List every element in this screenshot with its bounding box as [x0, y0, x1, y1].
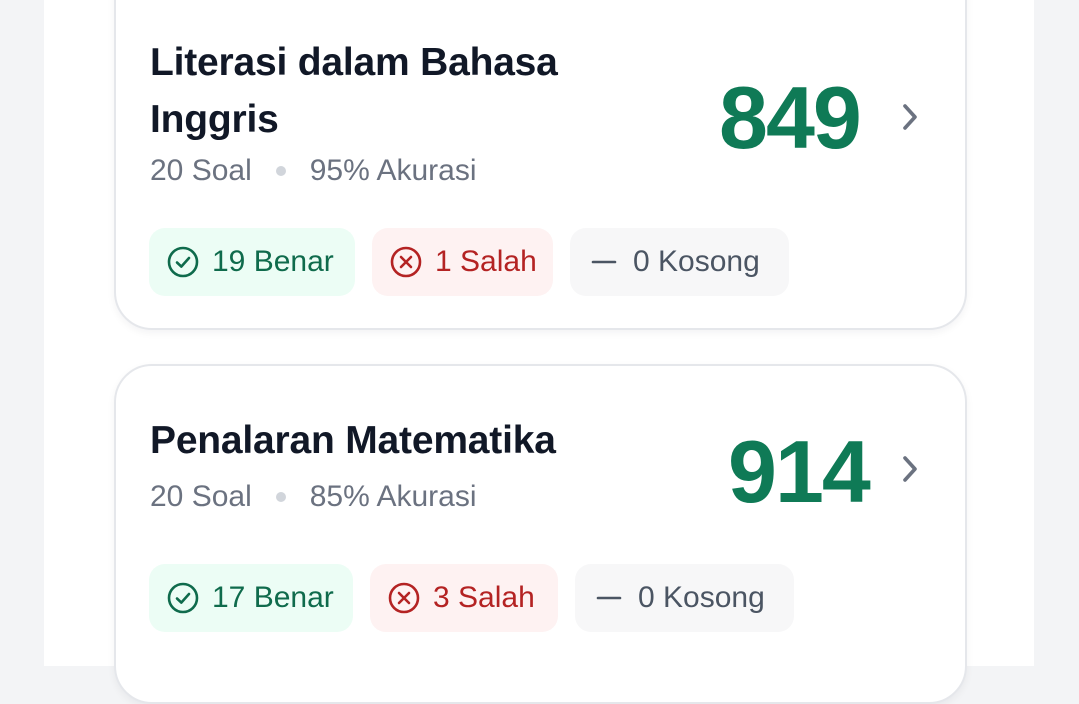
chevron-right-icon[interactable]	[896, 452, 924, 486]
correct-count-badge: 17 Benar	[149, 564, 353, 632]
question-count: 20 Soal	[150, 480, 252, 513]
chevron-right-icon[interactable]	[896, 100, 924, 134]
subtest-title: Literasi dalam Bahasa Inggris	[150, 41, 558, 141]
dash-icon	[591, 260, 617, 264]
correct-count-badge: 19 Benar	[149, 228, 355, 296]
subtest-meta: 20 Soal 95% Akurasi	[150, 154, 477, 188]
wrong-count: 1 Salah	[435, 245, 537, 278]
check-circle-icon	[167, 246, 199, 278]
correct-count: 19 Benar	[212, 245, 334, 278]
subtest-score: 914	[728, 422, 871, 521]
dash-icon	[596, 596, 622, 600]
x-circle-icon	[390, 246, 422, 278]
x-circle-icon	[388, 582, 420, 614]
check-circle-icon	[167, 582, 199, 614]
separator-dot	[275, 492, 286, 502]
subtest-result-card[interactable]: Literasi dalam Bahasa Inggris 20 Soal 95…	[114, 0, 967, 330]
subtest-score: 849	[719, 68, 862, 167]
subtest-meta: 20 Soal 85% Akurasi	[150, 480, 477, 514]
separator-dot	[275, 166, 286, 176]
wrong-count-badge: 3 Salah	[370, 564, 558, 632]
accuracy: 85% Akurasi	[309, 480, 477, 513]
question-count: 20 Soal	[150, 154, 252, 187]
subtest-title: Penalaran Matematika	[150, 419, 556, 462]
empty-count: 0 Kosong	[633, 245, 760, 278]
subtest-result-card[interactable]: Penalaran Matematika 20 Soal 85% Akurasi…	[114, 364, 967, 704]
empty-count-badge: 0 Kosong	[570, 228, 789, 296]
wrong-count: 3 Salah	[433, 581, 535, 614]
empty-count: 0 Kosong	[638, 581, 765, 614]
empty-count-badge: 0 Kosong	[575, 564, 794, 632]
correct-count: 17 Benar	[212, 581, 334, 614]
wrong-count-badge: 1 Salah	[372, 228, 553, 296]
accuracy: 95% Akurasi	[309, 154, 477, 187]
